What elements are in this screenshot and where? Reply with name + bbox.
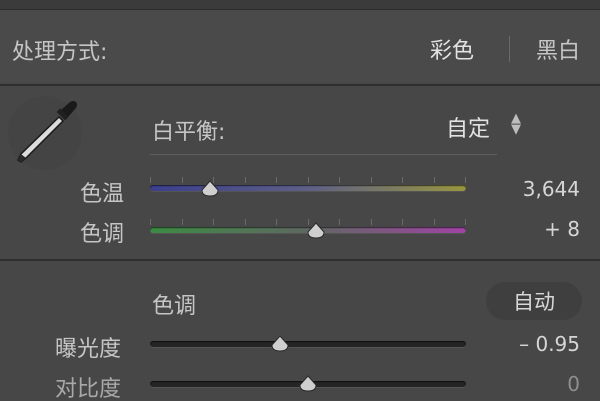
exposure-slider-track[interactable] [150,341,466,347]
slider-tick [245,219,246,225]
slider-tick [371,177,372,183]
treatment-color-option[interactable]: 彩色 [430,33,474,65]
treatment-separator [509,36,510,62]
contrast-label: 对比度 [55,377,122,401]
exposure-value[interactable]: – 0.95 [519,332,580,356]
contrast-value[interactable]: 0 [567,372,580,396]
slider-tick [276,219,277,225]
white-balance-rule [150,154,497,155]
panel-header-strip [0,0,600,10]
slider-tick [434,177,435,183]
slider-tick [465,177,466,183]
contrast-slider-thumb[interactable] [298,375,318,393]
temp-ticks [150,177,466,183]
slider-tick [402,177,403,183]
tint-value[interactable]: + 8 [544,217,580,241]
white-balance-label: 白平衡: [152,120,226,145]
basic-panel: 处理方式: 彩色 黑白 白平衡: 自定 ▲ ▼ 色温 3,644 色调 + 8 色… [0,0,600,401]
slider-tick [182,177,183,183]
slider-tick [150,219,151,225]
section-divider [0,259,600,261]
slider-tick [339,219,340,225]
tint-slider-thumb[interactable] [306,222,326,240]
slider-tick [339,177,340,183]
slider-tick [371,219,372,225]
tone-label: 色调 [152,294,197,319]
slider-tick [276,177,277,183]
slider-tick [308,177,309,183]
slider-tick [213,219,214,225]
slider-tick [402,219,403,225]
white-balance-select[interactable]: 自定 [446,111,490,143]
temp-label: 色温 [80,182,125,207]
exposure-slider-thumb[interactable] [270,335,290,353]
auto-tone-button[interactable]: 自动 [486,282,582,320]
slider-tick [434,219,435,225]
section-divider [0,84,600,86]
slider-tick [150,177,151,183]
slider-tick [245,177,246,183]
tint-label: 色调 [80,222,125,247]
eyedropper-icon [17,100,78,163]
exposure-label: 曝光度 [55,337,122,362]
treatment-bw-option[interactable]: 黑白 [536,33,580,65]
slider-tick [182,219,183,225]
treatment-label: 处理方式: [12,40,108,65]
up-down-arrows-icon[interactable]: ▲ ▼ [511,112,521,136]
temp-slider-thumb[interactable] [200,180,220,198]
eyedropper-button[interactable] [8,96,82,170]
temp-value[interactable]: 3,644 [523,177,580,201]
temp-slider-track[interactable] [150,185,466,191]
slider-tick [465,219,466,225]
